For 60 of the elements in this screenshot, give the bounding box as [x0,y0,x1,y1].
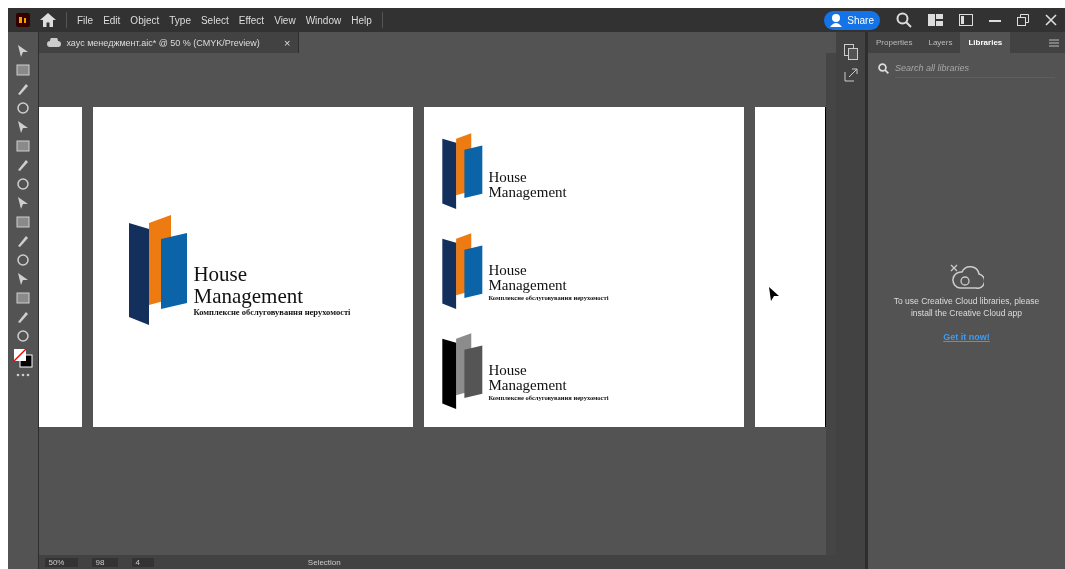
more-icon[interactable] [16,373,31,377]
logo-title: House [193,262,249,285]
tool-icon[interactable] [16,291,31,305]
fill-stroke-icon[interactable] [13,348,34,368]
home-icon[interactable] [40,13,56,27]
close-tab-button[interactable]: × [284,36,291,49]
document-title: хаус менеджмент.aic* @ 50 % (CMYK/Preview) [66,37,260,48]
restore-icon[interactable] [1017,14,1029,26]
menu-item[interactable]: View [274,14,296,26]
menu-item[interactable]: Object [130,14,160,26]
arrange-icon[interactable] [928,14,943,26]
share-button[interactable]: Share [824,10,880,30]
logo-title: House [488,169,528,186]
artboard-field[interactable]: 4 [132,557,154,567]
tool-icon[interactable] [16,234,31,248]
tool-icon[interactable] [16,63,31,77]
tool-icon[interactable] [16,177,31,191]
logo-title: House [488,362,528,379]
menu-item[interactable]: Effect [238,14,265,26]
tool-icon[interactable] [16,158,31,172]
tool-icon[interactable] [16,215,31,229]
menu-item[interactable]: Edit [103,14,121,26]
menu-item[interactable]: Type [169,14,191,26]
user-icon [830,13,845,27]
app-logo-icon [16,13,30,27]
panel-tab[interactable]: Libraries [960,32,1011,53]
menu-item[interactable]: Help [351,14,372,26]
cursor-icon [769,287,780,301]
zoom-field[interactable]: 50% [45,557,79,567]
logo-subtitle: Management [193,284,305,307]
panel-tab[interactable]: Properties [868,32,921,53]
asset-export-icon[interactable] [843,44,858,60]
menu-item[interactable]: File [77,14,94,26]
close-icon[interactable] [1045,14,1057,26]
tool-icon[interactable] [16,329,31,343]
tool-icon[interactable] [16,253,31,267]
tool-icon[interactable] [16,101,31,115]
logo-subtitle: Management [488,278,568,294]
panel-tab[interactable]: Layers [920,32,961,53]
menu-item[interactable]: Window [305,14,342,26]
rotation-field[interactable]: 98 [92,557,119,567]
panel-icon[interactable] [959,14,973,26]
document-tab[interactable]: хаус менеджмент.aic* @ 50 % (CMYK/Preview) × [39,32,300,53]
tool-icon[interactable] [16,82,31,96]
search-field[interactable]: Search all libraries [895,59,1055,78]
menu-icon[interactable] [1049,38,1059,47]
search-icon [878,63,889,74]
tool-icon[interactable] [16,310,31,324]
menu-item[interactable]: Select [200,14,229,26]
logo-title: House [488,262,528,279]
logo-subtitle: Management [488,378,568,394]
search-icon[interactable] [896,12,912,28]
current-tool-label: Selection [307,557,341,567]
export-icon[interactable] [843,68,858,82]
cloud-icon [47,38,62,47]
logo-subtitle: Management [488,185,567,201]
tool-icon[interactable] [16,139,31,153]
logo-tagline: Комплексне обслуговування нерухомості [193,307,351,317]
libraries-message: To use Creative Cloud libraries, please install the Creative Cloud app [892,296,1041,320]
creative-cloud-icon [949,264,984,290]
